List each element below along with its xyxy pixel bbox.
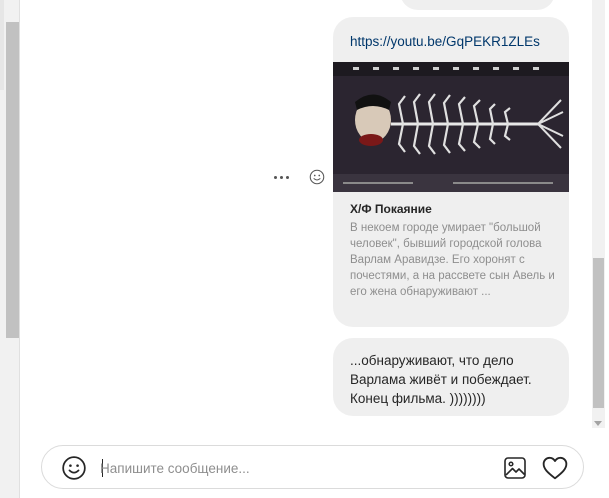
link-preview-title: Х/Ф Покаяние <box>350 202 432 216</box>
page-scrollbar[interactable] <box>0 0 20 498</box>
heart-icon[interactable] <box>542 456 568 480</box>
message-input[interactable] <box>100 456 480 480</box>
page-scrollbar-thumb[interactable] <box>6 22 19 338</box>
image-icon[interactable] <box>503 456 527 480</box>
emoji-react-icon[interactable] <box>308 168 326 186</box>
emoji-icon[interactable] <box>61 455 87 481</box>
chat-scrollbar-thumb[interactable] <box>593 258 604 408</box>
message-composer <box>41 445 584 489</box>
fish-skeleton-poster-image[interactable] <box>333 62 569 192</box>
previous-message-bubble <box>400 0 555 10</box>
message-actions <box>268 166 328 188</box>
chat-scrollbar[interactable] <box>592 0 605 428</box>
shared-link-message[interactable]: https://youtu.be/GqPEKR1ZLEs Х/Ф Покаяни… <box>333 17 569 327</box>
text-message-bubble[interactable]: ...обнаруживают, что дело Варлама живёт … <box>333 338 569 416</box>
more-options-icon[interactable] <box>268 168 294 186</box>
page-scrollbar-edge <box>0 0 4 90</box>
link-preview-description: В некоем городе умирает "большой человек… <box>350 222 555 298</box>
shared-link[interactable]: https://youtu.be/GqPEKR1ZLEs <box>333 17 569 61</box>
scroll-down-arrow-icon[interactable] <box>594 421 602 426</box>
